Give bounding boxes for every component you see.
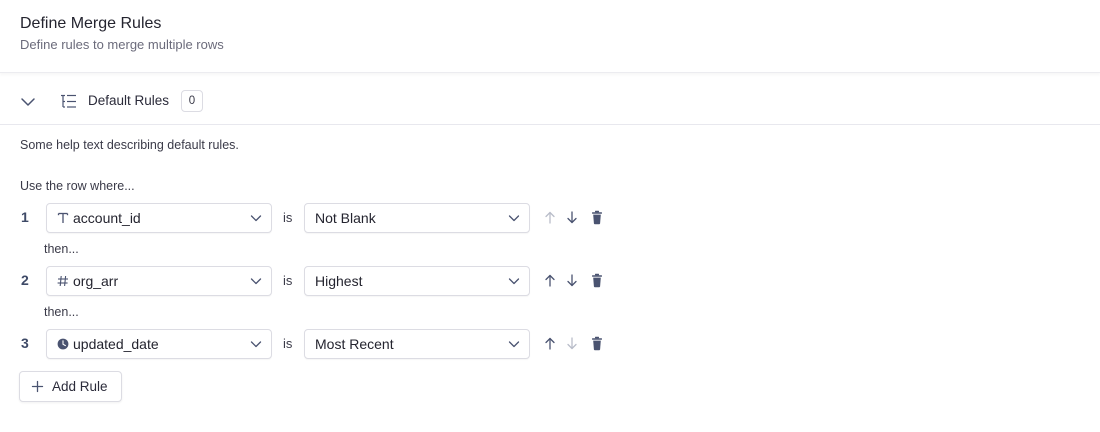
condition-select-value: Most Recent [315,336,394,352]
chevron-down-icon [250,278,262,285]
default-rules-section-header[interactable]: Default Rules 0 [0,78,1100,125]
then-label: then... [44,242,79,256]
move-down-icon[interactable] [565,336,579,351]
page-title: Define Merge Rules [20,15,162,32]
rule-row: 1 account_id is Not Blank [0,203,640,233]
trash-icon[interactable] [590,273,604,288]
add-rule-button[interactable]: Add Rule [19,371,122,402]
chevron-down-icon [508,341,520,348]
move-up-icon[interactable] [543,336,557,351]
chevron-down-icon [508,215,520,222]
field-select[interactable]: org_arr [46,266,272,296]
chevron-down-icon [508,278,520,285]
condition-select[interactable]: Highest [304,266,530,296]
section-title: Default Rules [88,93,170,108]
move-down-icon[interactable] [565,210,579,225]
use-row-label: Use the row where... [20,179,135,193]
plus-icon [31,380,44,393]
clock-type-icon [57,338,69,350]
trash-icon[interactable] [590,336,604,351]
text-type-icon [57,212,69,223]
rule-number: 3 [21,335,29,351]
rule-number: 2 [21,272,29,288]
is-label: is [283,273,293,288]
page-header: Define Merge Rules Define rules to merge… [0,0,1100,73]
field-select[interactable]: account_id [46,203,272,233]
condition-select-value: Highest [315,273,363,289]
move-down-icon[interactable] [565,273,579,288]
field-select-value: org_arr [73,273,119,289]
condition-select[interactable]: Not Blank [304,203,530,233]
trash-icon[interactable] [590,210,604,225]
condition-select-value: Not Blank [315,210,376,226]
rule-number: 1 [21,209,29,225]
move-up-icon[interactable] [543,210,557,225]
rule-row: 2 org_arr is Highest [0,266,640,296]
condition-select[interactable]: Most Recent [304,329,530,359]
list-tree-icon [61,94,76,108]
then-label: then... [44,305,79,319]
field-select-value: account_id [73,210,141,226]
number-type-icon [57,275,68,287]
chevron-down-icon [250,341,262,348]
chevron-down-icon[interactable] [20,95,36,109]
page-subtitle: Define rules to merge multiple rows [20,37,224,52]
rule-count-badge: 0 [181,90,203,112]
rule-row: 3 updated_date is Most Recent [0,329,640,359]
help-text: Some help text describing default rules. [20,138,239,152]
field-select-value: updated_date [73,336,159,352]
is-label: is [283,210,293,225]
field-select[interactable]: updated_date [46,329,272,359]
move-up-icon[interactable] [543,273,557,288]
chevron-down-icon [250,215,262,222]
is-label: is [283,336,293,351]
add-rule-label: Add Rule [52,379,108,394]
